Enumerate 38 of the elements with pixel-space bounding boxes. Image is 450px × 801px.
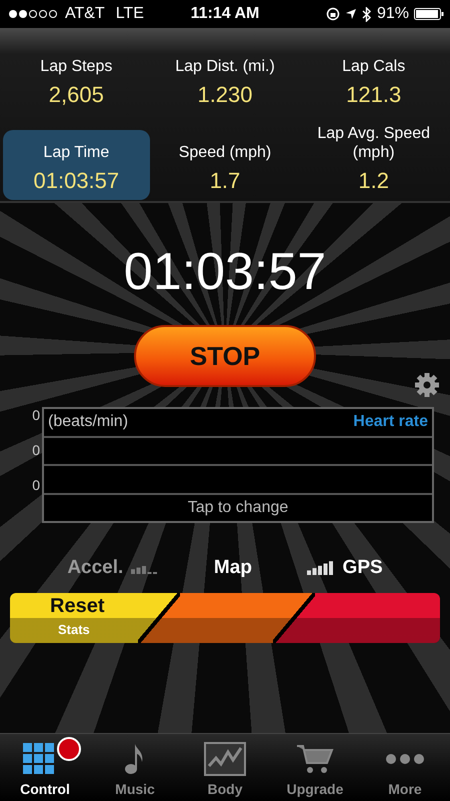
signal-bars-icon (306, 561, 335, 575)
settings-icon[interactable] (414, 372, 440, 398)
axis-label: 0 (32, 442, 40, 458)
cart-icon (296, 743, 334, 775)
stat-tile[interactable]: Lap Cals 121.3 (300, 40, 447, 114)
more-dots-icon (385, 753, 425, 765)
stat-tile[interactable]: Lap Steps 2,605 (3, 40, 150, 114)
sensor-label[interactable]: GPS (342, 557, 383, 579)
network-type: LTE (116, 5, 144, 23)
rotation-lock-icon (326, 7, 340, 21)
carrier-name: AT&T (65, 5, 105, 23)
battery-percent: 91% (376, 5, 409, 23)
timer-display: 01:03:57 (124, 242, 326, 303)
tab-item[interactable]: Music (90, 734, 180, 801)
sensor-label[interactable]: Accel. (67, 557, 124, 579)
unit-label: (beats/min) (48, 413, 128, 432)
series-label: Heart rate (353, 413, 428, 432)
tab-item[interactable]: Upgrade (270, 734, 360, 801)
bluetooth-icon (362, 6, 372, 22)
sensor-label[interactable]: Map (214, 557, 252, 579)
hint-text: Tap to change (188, 498, 288, 517)
stat-tile[interactable]: Lap Time 01:03:57 (3, 130, 150, 200)
tab-item[interactable]: More (360, 734, 450, 801)
axis-label: 0 (32, 477, 40, 493)
tab-item[interactable]: Body (180, 734, 270, 801)
heart-rate-chart[interactable]: (beats/min) Heart rate Tap to change (42, 407, 434, 523)
tab-item[interactable]: Control (0, 734, 90, 801)
reset-button[interactable]: Reset Stats (10, 593, 138, 643)
stat-tile[interactable]: Speed (mph) 1.7 (152, 130, 298, 200)
location-arrow-icon (344, 8, 357, 20)
battery-icon (414, 8, 444, 20)
chart-icon (204, 742, 246, 776)
clock-time: 11:14 AM (190, 5, 260, 23)
segment-button[interactable] (273, 593, 440, 643)
stat-tile[interactable]: Lap Dist. (mi.) 1.230 (152, 40, 298, 114)
signal-dots-icon (8, 9, 60, 19)
axis-label: 0 (32, 407, 40, 423)
stop-button[interactable]: STOP (134, 325, 316, 387)
